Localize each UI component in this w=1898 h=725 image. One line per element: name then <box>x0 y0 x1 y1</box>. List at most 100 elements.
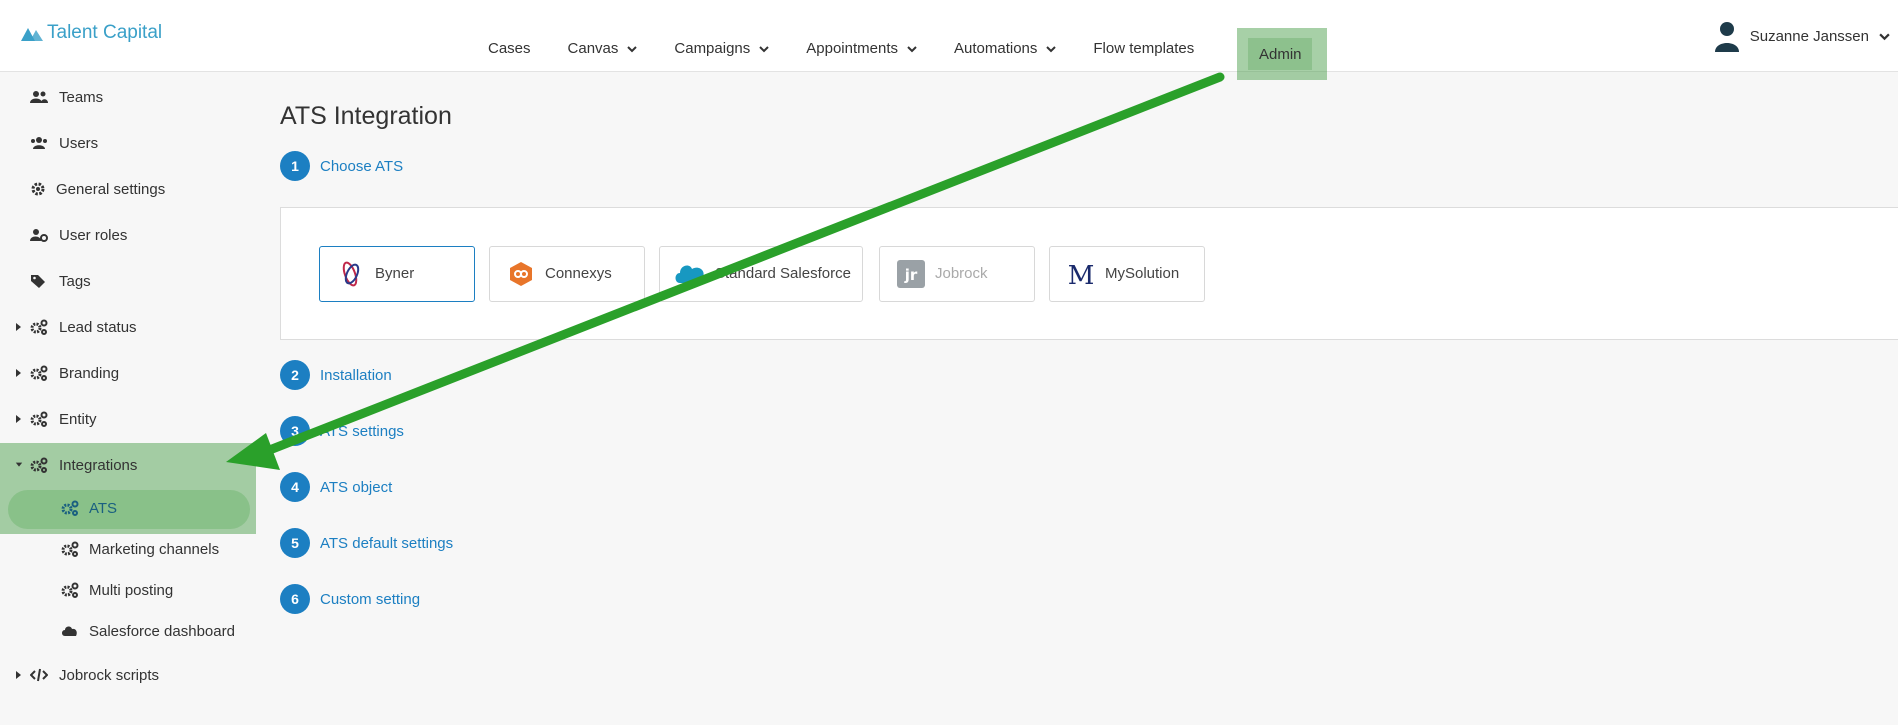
ats-option-byner[interactable]: Byner <box>319 246 475 302</box>
chevron-down-icon <box>907 45 917 52</box>
step-label: ATS settings <box>320 422 404 440</box>
brand-logo[interactable]: Talent Capital <box>21 22 162 44</box>
user-menu[interactable]: Suzanne Janssen <box>1714 20 1890 52</box>
step-number: 6 <box>280 584 310 614</box>
sidebar-item-label: Salesforce dashboard <box>89 622 235 640</box>
cogs-icon <box>30 319 48 335</box>
ats-option-name: MySolution <box>1105 265 1180 282</box>
step-label: Custom setting <box>320 590 421 608</box>
user-avatar-icon <box>1714 22 1739 52</box>
nav-label: Cases <box>488 40 531 57</box>
sidebar-item-teams[interactable]: Teams <box>0 77 256 117</box>
cogs-icon <box>30 457 48 473</box>
step-ats-default-settings[interactable]: 5 ATS default settings <box>280 528 453 558</box>
step-custom-setting[interactable]: 6 Custom setting <box>280 584 420 614</box>
step-number: 1 <box>280 151 310 181</box>
caret-down-icon <box>15 462 23 467</box>
step-label: ATS default settings <box>320 534 454 552</box>
step-installation[interactable]: 2 Installation <box>280 360 392 390</box>
sidebar-item-user-roles[interactable]: User roles <box>0 215 256 255</box>
sidebar-item-entity[interactable]: Entity <box>0 399 256 439</box>
sidebar-item-label: ATS <box>89 499 118 517</box>
mountain-logo-icon <box>21 28 43 41</box>
sidebar-item-label: Multi posting <box>89 581 174 599</box>
cogs-icon <box>30 411 48 427</box>
step-label: Choose ATS <box>320 157 404 175</box>
step-label: Installation <box>320 366 392 384</box>
sidebar-item-tags[interactable]: Tags <box>0 261 256 301</box>
sidebar-item-multi-posting[interactable]: Multi posting <box>0 570 256 610</box>
user-cog-icon <box>30 229 48 242</box>
page-title: ATS Integration <box>280 102 452 130</box>
user-group-icon <box>31 137 47 149</box>
sidebar-item-ats[interactable]: ATS <box>0 488 256 528</box>
nav-label: Flow templates <box>1093 40 1195 57</box>
step-number: 4 <box>280 472 310 502</box>
gear-icon <box>31 182 45 196</box>
sidebar-item-label: Users <box>59 134 99 152</box>
step-choose-ats[interactable]: 1 Choose ATS <box>280 151 403 181</box>
sidebar-item-label: General settings <box>56 180 166 198</box>
caret-right-icon <box>16 369 21 377</box>
brand-name: Talent Capital <box>47 22 163 43</box>
nav-flow-templates[interactable]: Flow templates <box>1093 40 1194 57</box>
step-number: 2 <box>280 360 310 390</box>
salesforce-logo-icon <box>675 265 705 284</box>
sidebar-item-label: Jobrock scripts <box>59 666 160 684</box>
byner-logo-icon <box>342 261 360 287</box>
step-number: 5 <box>280 528 310 558</box>
ats-option-jobrock[interactable]: jr Jobrock <box>879 246 1035 302</box>
svg-text:jr: jr <box>904 266 918 284</box>
ats-option-name: Standard Salesforce <box>715 265 851 282</box>
nav-label: Appointments <box>806 40 898 57</box>
sidebar-item-salesforce-dashboard[interactable]: Salesforce dashboard <box>0 611 256 651</box>
chevron-down-icon <box>759 45 769 52</box>
nav-campaigns[interactable]: Campaigns <box>674 40 769 57</box>
step-label: ATS object <box>320 478 393 496</box>
chevron-down-icon <box>1046 45 1057 52</box>
sidebar-item-branding[interactable]: Branding <box>0 353 256 393</box>
users-icon <box>30 91 48 103</box>
nav-label: Automations <box>954 40 1038 57</box>
svg-text:M: M <box>1068 261 1095 289</box>
sidebar-item-label: Tags <box>59 272 91 290</box>
nav-admin[interactable]: Admin <box>1259 46 1302 63</box>
sidebar-item-marketing-channels[interactable]: Marketing channels <box>0 529 256 569</box>
cogs-icon <box>61 582 79 598</box>
caret-right-icon <box>16 415 21 423</box>
mysolution-logo-icon: M <box>1068 261 1095 289</box>
cogs-icon <box>30 365 48 381</box>
cogs-icon <box>61 541 79 557</box>
nav-canvas[interactable]: Canvas <box>568 40 638 57</box>
sidebar-item-label: Lead status <box>59 318 137 336</box>
ats-option-connexys[interactable]: Connexys <box>489 246 645 302</box>
connexys-logo-icon <box>510 262 532 286</box>
step-ats-object[interactable]: 4 ATS object <box>280 472 392 502</box>
step-ats-settings[interactable]: 3 ATS settings <box>280 416 404 446</box>
sidebar-item-users[interactable]: Users <box>0 123 256 163</box>
jobrock-logo-icon: jr <box>897 260 925 288</box>
caret-right-icon <box>16 323 21 331</box>
sidebar-item-label: Branding <box>59 364 120 382</box>
ats-option-standard-salesforce[interactable]: Standard Salesforce <box>659 246 863 302</box>
nav-cases[interactable]: Cases <box>488 40 531 57</box>
top-header: Talent Capital Cases Canvas Campaigns Ap… <box>0 0 1898 80</box>
sidebar-item-general-settings[interactable]: General settings <box>0 169 256 209</box>
sidebar-item-integrations[interactable]: Integrations <box>0 445 256 485</box>
chevron-down-icon <box>1879 33 1890 40</box>
nav-label: Canvas <box>567 40 619 57</box>
cogs-icon <box>61 500 79 516</box>
sidebar-item-lead-status[interactable]: Lead status <box>0 307 256 347</box>
sidebar-item-label: Integrations <box>59 456 138 474</box>
ats-option-mysolution[interactable]: M MySolution <box>1049 246 1205 302</box>
ats-option-name: Connexys <box>545 265 612 282</box>
sidebar-item-jobrock-scripts[interactable]: Jobrock scripts <box>0 655 256 695</box>
nav-appointments[interactable]: Appointments <box>806 40 917 57</box>
main-nav: Cases Canvas Campaigns Appointments Auto… <box>488 40 1231 57</box>
ats-option-name: Byner <box>375 265 415 282</box>
sidebar-item-label: Teams <box>59 88 104 106</box>
nav-automations[interactable]: Automations <box>954 40 1057 57</box>
caret-right-icon <box>16 671 21 679</box>
ats-option-name: Jobrock <box>935 265 988 282</box>
user-name: Suzanne Janssen <box>1749 27 1869 45</box>
